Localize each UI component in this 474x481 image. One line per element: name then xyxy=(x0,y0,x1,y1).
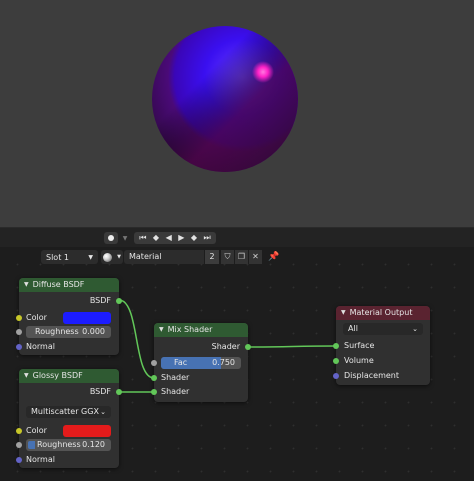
mix-node-header[interactable]: ▼ Mix Shader xyxy=(154,323,248,337)
record-button[interactable] xyxy=(104,232,118,244)
next-keyframe-icon[interactable]: ◆ xyxy=(191,232,197,244)
play-icon[interactable]: ▶ xyxy=(178,232,184,244)
distribution-value: Multiscatter GGX xyxy=(31,407,99,416)
volume-input-socket[interactable] xyxy=(333,358,339,364)
slot-label: Slot 1 xyxy=(46,252,69,262)
normal-label: Normal xyxy=(26,342,55,351)
browse-material-button[interactable]: ▼ xyxy=(101,250,123,264)
chevron-down-icon: ⌄ xyxy=(100,408,106,416)
displacement-label: Displacement xyxy=(344,371,399,380)
close-icon[interactable]: ✕ xyxy=(249,250,262,264)
shader-input-1-socket[interactable] xyxy=(151,375,157,381)
normal-input-socket[interactable] xyxy=(16,457,22,463)
normal-input-socket[interactable] xyxy=(16,344,22,350)
target-value: All xyxy=(348,324,358,333)
shader-input-1-label: Shader xyxy=(161,373,190,382)
bsdf-output-label: BSDF xyxy=(89,387,111,396)
roughness-label: Roughness xyxy=(37,440,81,449)
fac-label: Fac xyxy=(174,358,188,367)
node-title: Glossy BSDF xyxy=(32,371,83,380)
roughness-label: Roughness xyxy=(35,327,79,336)
chevron-down-icon: ▼ xyxy=(117,254,121,260)
chevron-down-icon[interactable]: ▼ xyxy=(341,306,346,320)
surface-label: Surface xyxy=(344,341,375,350)
chevron-down-icon[interactable]: ▼ xyxy=(121,232,129,244)
roughness-value: 0.000 xyxy=(82,327,105,336)
chevron-down-icon: ▼ xyxy=(88,253,93,261)
diffuse-color-swatch[interactable] xyxy=(63,312,111,324)
node-title: Diffuse BSDF xyxy=(32,280,85,289)
fac-slider[interactable]: Fac 0.750 xyxy=(161,357,241,369)
roughness-value: 0.120 xyxy=(82,440,105,449)
duplicate-icon[interactable]: ❐ xyxy=(235,250,248,264)
glossy-node-header[interactable]: ▼ Glossy BSDF xyxy=(19,369,119,383)
node-title: Material Output xyxy=(349,308,413,317)
material-output-node[interactable]: ▼ Material Output All ⌄ Surface Volume D… xyxy=(333,306,430,385)
chevron-down-icon[interactable]: ▼ xyxy=(159,323,164,337)
volume-label: Volume xyxy=(344,356,374,365)
material-name-field[interactable]: Material xyxy=(124,250,204,264)
material-sphere-icon xyxy=(103,252,112,262)
glossy-color-swatch[interactable] xyxy=(63,425,111,437)
bsdf-output-socket[interactable] xyxy=(116,298,122,304)
roughness-input-socket[interactable] xyxy=(16,329,22,335)
target-dropdown[interactable]: All ⌄ xyxy=(343,323,423,335)
shader-output-socket[interactable] xyxy=(245,344,251,350)
roughness-input-socket[interactable] xyxy=(16,442,22,448)
fac-input-socket[interactable] xyxy=(151,360,157,366)
bsdf-output-label: BSDF xyxy=(89,296,111,305)
glossy-bsdf-node[interactable]: ▼ Glossy BSDF BSDF Multiscatter GGX ⌄ Co… xyxy=(16,369,122,468)
roughness-fill-bar xyxy=(28,441,35,449)
material-preview-sphere xyxy=(152,26,298,172)
slot-selector[interactable]: Slot 1 ▼ xyxy=(41,250,98,264)
play-reverse-icon[interactable]: ◀ xyxy=(166,232,172,244)
color-input-socket[interactable] xyxy=(16,315,22,321)
distribution-dropdown[interactable]: Multiscatter GGX ⌄ xyxy=(26,406,111,418)
color-label: Color xyxy=(26,313,47,322)
jump-start-icon[interactable]: ⏮ xyxy=(139,232,146,244)
shader-input-2-socket[interactable] xyxy=(151,389,157,395)
color-input-socket[interactable] xyxy=(16,428,22,434)
bsdf-output-socket[interactable] xyxy=(116,389,122,395)
shield-icon[interactable]: ⛉ xyxy=(221,250,234,264)
chevron-down-icon[interactable]: ▼ xyxy=(24,369,29,383)
roughness-field[interactable]: Roughness 0.000 xyxy=(26,326,111,338)
shader-input-2-label: Shader xyxy=(161,387,190,396)
chevron-down-icon: ⌄ xyxy=(412,325,418,333)
chevron-down-icon[interactable]: ▼ xyxy=(24,278,29,292)
node-title: Mix Shader xyxy=(167,325,213,334)
fac-value: 0.750 xyxy=(212,358,235,367)
diffuse-bsdf-node[interactable]: ▼ Diffuse BSDF BSDF Color Roughness 0.00… xyxy=(16,278,122,355)
preview-viewport[interactable] xyxy=(0,0,474,228)
diffuse-node-header[interactable]: ▼ Diffuse BSDF xyxy=(19,278,119,292)
record-icon xyxy=(108,235,114,241)
mix-shader-node[interactable]: ▼ Mix Shader Shader Fac 0.750 Shader Sha… xyxy=(151,323,251,402)
timeline-bar: ▼ ⏮ ◆ ◀ ▶ ◆ ⏭ xyxy=(0,228,474,247)
shader-output-label: Shader xyxy=(211,342,240,351)
playback-controls: ⏮ ◆ ◀ ▶ ◆ ⏭ xyxy=(134,232,216,244)
prev-keyframe-icon[interactable]: ◆ xyxy=(153,232,159,244)
jump-end-icon[interactable]: ⏭ xyxy=(203,232,210,244)
roughness-field[interactable]: Roughness 0.120 xyxy=(26,439,111,451)
output-node-header[interactable]: ▼ Material Output xyxy=(336,306,430,320)
pin-icon[interactable]: 📌 xyxy=(268,250,280,264)
displacement-input-socket[interactable] xyxy=(333,373,339,379)
surface-input-socket[interactable] xyxy=(333,343,339,349)
user-count-badge[interactable]: 2 xyxy=(205,250,219,264)
normal-label: Normal xyxy=(26,455,55,464)
color-label: Color xyxy=(26,426,47,435)
